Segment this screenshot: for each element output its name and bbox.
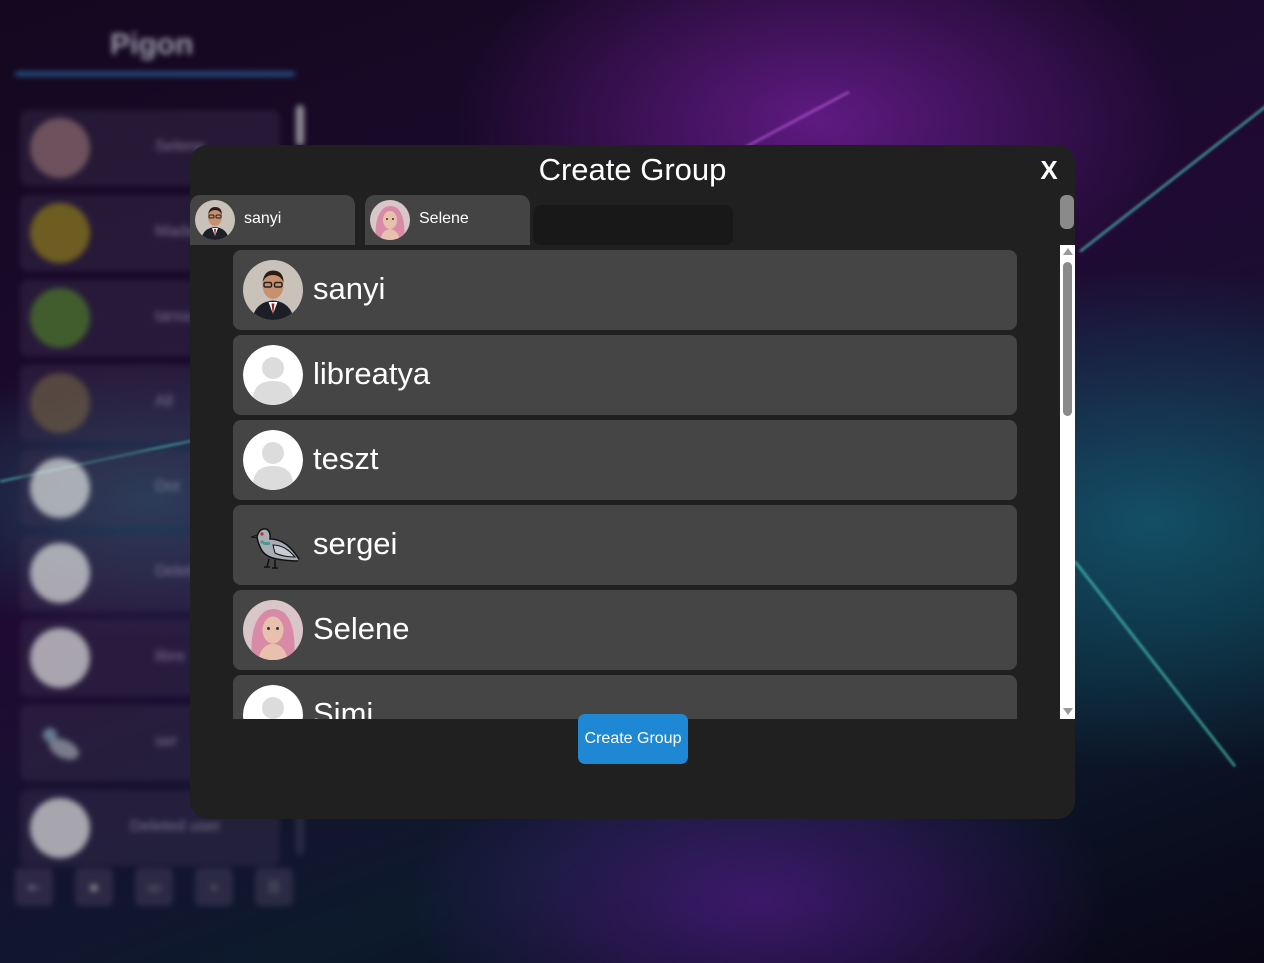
exit-icon: ⇤ (15, 868, 53, 906)
selected-member-name: sanyi (244, 210, 282, 227)
user-name: sanyi (313, 271, 386, 306)
user-name: Simi (313, 696, 374, 719)
close-button[interactable]: X (1036, 153, 1062, 187)
user-list-scrollbar[interactable] (1060, 245, 1075, 719)
default-avatar-icon (243, 685, 303, 719)
user-name: libreatya (313, 356, 431, 391)
avatar (243, 600, 303, 660)
scrollbar-thumb[interactable] (1063, 262, 1072, 416)
member-search-input[interactable] (533, 205, 733, 245)
create-group-button[interactable]: Create Group (578, 714, 688, 764)
scroll-down-icon[interactable] (1063, 708, 1073, 715)
app-title: Pigon (110, 28, 194, 61)
selected-member-chip[interactable]: Selene (365, 195, 530, 245)
avatar (30, 798, 90, 858)
contact-name: Dor (155, 478, 181, 495)
avatar (195, 200, 235, 240)
scroll-up-icon[interactable] (1063, 248, 1073, 255)
background-neon-line (1073, 560, 1237, 768)
user-row-selene[interactable]: Selene (233, 590, 1017, 670)
selected-member-name: Selene (419, 210, 469, 227)
modal-scrollbar-thumb[interactable] (1060, 195, 1074, 229)
user-row-simi[interactable]: Simi (233, 675, 1017, 719)
scrollbar-thumb (296, 105, 304, 145)
background-neon-line (1079, 90, 1264, 253)
contact-name: libre (155, 648, 186, 665)
avatar (30, 288, 90, 348)
chat-icon: ▭ (135, 868, 173, 906)
contact-name: ser (155, 733, 178, 750)
avatar (370, 200, 410, 240)
create-group-modal: Create Group X sanyi Selene sanyi librea… (190, 145, 1075, 819)
pigeon-icon (30, 713, 90, 773)
user-name: Selene (313, 611, 410, 646)
contact-name: Deleted user (130, 818, 221, 835)
bottom-toolbar: ⇤ ■ ▭ + ☷ (15, 868, 305, 906)
default-avatar-icon (243, 430, 303, 490)
modal-title: Create Group (538, 152, 727, 187)
avatar (30, 118, 90, 178)
avatar (30, 543, 90, 603)
avatar (30, 458, 90, 518)
user-list: sanyi libreatya teszt sergei Selene Simi (233, 245, 1017, 719)
user-name: teszt (313, 441, 379, 476)
avatar (243, 260, 303, 320)
users-icon: ☷ (255, 868, 293, 906)
user-row-sanyi[interactable]: sanyi (233, 250, 1017, 330)
stop-icon: ■ (75, 868, 113, 906)
user-row-sergei[interactable]: sergei (233, 505, 1017, 585)
pigeon-icon (243, 515, 303, 575)
user-name: sergei (313, 526, 398, 561)
plus-icon: + (195, 868, 233, 906)
user-row-teszt[interactable]: teszt (233, 420, 1017, 500)
user-row-libreatya[interactable]: libreatya (233, 335, 1017, 415)
default-avatar-icon (243, 345, 303, 405)
avatar (30, 628, 90, 688)
selected-member-chip[interactable]: sanyi (190, 195, 355, 245)
contact-name: All (155, 393, 173, 410)
app-title-underline (15, 72, 295, 76)
contact-name: tarsa (155, 308, 191, 325)
avatar (30, 203, 90, 263)
avatar (30, 373, 90, 433)
